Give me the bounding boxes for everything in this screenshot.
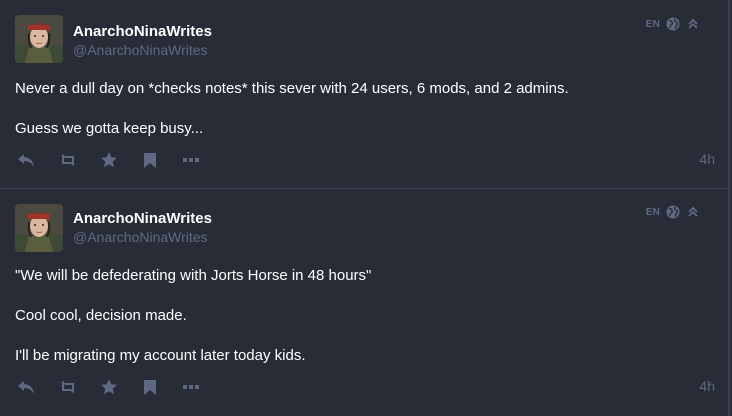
bookmark-icon[interactable] [139, 150, 161, 170]
bookmark-icon[interactable] [139, 377, 161, 397]
globe-icon [666, 17, 680, 31]
action-bar: 4h [15, 377, 715, 397]
status-meta: EN [646, 17, 700, 31]
status-content: Never a dull day on *checks notes* this … [15, 79, 705, 159]
language-badge: EN [645, 206, 660, 218]
display-name[interactable]: AnarchoNinaWrites [73, 210, 212, 227]
avatar[interactable] [15, 204, 63, 252]
relative-time[interactable]: 4h [699, 151, 715, 167]
language-badge: EN [645, 18, 660, 30]
relative-time[interactable]: 4h [699, 378, 715, 394]
status-content: "We will be defederating with Jorts Hors… [15, 266, 705, 386]
boost-icon[interactable] [57, 377, 79, 397]
chevrons-up-icon[interactable] [686, 205, 700, 219]
status-post[interactable]: AnarchoNinaWrites @AnarchoNinaWrites EN … [0, 189, 730, 416]
action-bar: 4h [15, 150, 715, 170]
status-paragraph: "We will be defederating with Jorts Hors… [15, 267, 372, 284]
status-paragraph: Never a dull day on *checks notes* this … [15, 80, 569, 97]
avatar[interactable] [15, 15, 63, 63]
reply-icon[interactable] [15, 377, 37, 397]
favourite-icon[interactable] [98, 150, 120, 170]
reply-icon[interactable] [15, 150, 37, 170]
boost-icon[interactable] [57, 150, 79, 170]
more-icon[interactable] [180, 377, 202, 397]
chevrons-up-icon[interactable] [686, 17, 700, 31]
favourite-icon[interactable] [98, 377, 120, 397]
status-paragraph: I'll be migrating my account later today… [15, 347, 306, 364]
account-handle[interactable]: @AnarchoNinaWrites [73, 42, 208, 58]
status-paragraph: Cool cool, decision made. [15, 307, 187, 324]
globe-icon [666, 205, 680, 219]
more-icon[interactable] [180, 150, 202, 170]
timeline: AnarchoNinaWrites @AnarchoNinaWrites EN … [0, 0, 730, 416]
status-paragraph: Guess we gotta keep busy... [15, 120, 204, 137]
status-post[interactable]: AnarchoNinaWrites @AnarchoNinaWrites EN … [0, 0, 730, 189]
account-handle[interactable]: @AnarchoNinaWrites [73, 229, 208, 245]
display-name[interactable]: AnarchoNinaWrites [73, 23, 212, 40]
status-meta: EN [646, 205, 700, 219]
